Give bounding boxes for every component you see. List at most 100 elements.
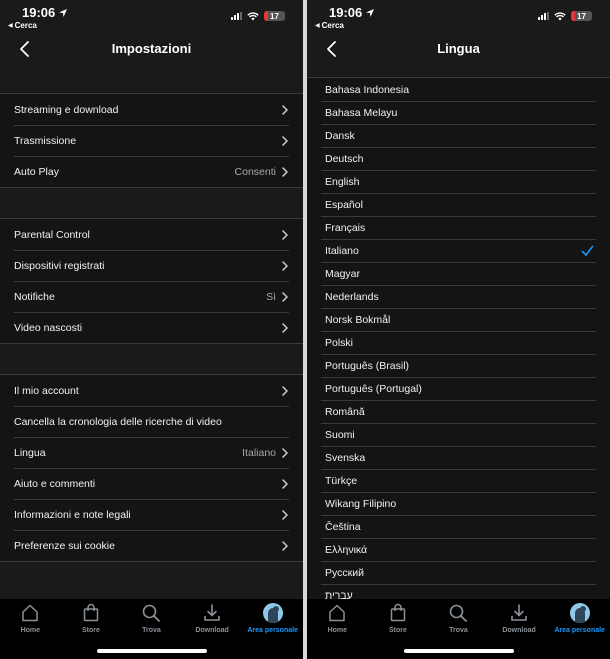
language-option[interactable]: Suomi: [307, 423, 610, 446]
language-label: Suomi: [325, 428, 355, 441]
language-option[interactable]: Norsk Bokmål: [307, 308, 610, 331]
tab-list: Home Store Trova Download Area personale: [307, 599, 610, 639]
avatar-icon: [262, 603, 283, 623]
settings-row-il-mio-account[interactable]: Il mio account: [0, 375, 303, 406]
settings-row-auto-play[interactable]: Auto Play Consenti: [0, 156, 303, 187]
language-option[interactable]: Svenska: [307, 446, 610, 469]
settings-row-label: Informazioni e note legali: [14, 508, 131, 521]
language-option[interactable]: Magyar: [307, 262, 610, 285]
tab-area-personale[interactable]: Area personale: [242, 601, 303, 639]
tab-label: Area personale: [247, 627, 298, 634]
tab-trova[interactable]: Trova: [428, 601, 489, 639]
settings-row-dispositivi-registrati[interactable]: Dispositivi registrati: [0, 250, 303, 281]
language-label: Norsk Bokmål: [325, 313, 391, 326]
tab-bar: Home Store Trova Download Area personale: [0, 599, 303, 659]
page-title: Lingua: [437, 41, 480, 56]
home-icon: [329, 604, 346, 622]
language-option[interactable]: Русский: [307, 561, 610, 584]
settings-group: Il mio account Cancella la cronologia del…: [0, 374, 303, 562]
settings-row-label: Streaming e download: [14, 103, 119, 116]
tab-area-personale[interactable]: Area personale: [549, 601, 610, 639]
language-option[interactable]: Türkçe: [307, 469, 610, 492]
settings-row-video-nascosti[interactable]: Video nascosti: [0, 312, 303, 343]
chevron-right-icon: [282, 229, 288, 240]
home-indicator[interactable]: [96, 649, 207, 653]
status-time: 19:06: [329, 5, 375, 20]
language-option[interactable]: Dansk: [307, 124, 610, 147]
language-label: Polski: [325, 336, 354, 349]
back-triangle-icon: ◀: [8, 23, 13, 29]
tab-label: Home: [20, 627, 41, 634]
language-label: Türkçe: [325, 474, 358, 487]
shopping-bag-icon: [83, 603, 99, 622]
settings-row-value: Sì: [266, 290, 276, 303]
language-option[interactable]: Ελληνικά: [307, 538, 610, 561]
home-icon: [22, 604, 39, 622]
settings-row-trasmissione[interactable]: Trasmissione: [0, 125, 303, 156]
chevron-right-icon: [282, 478, 288, 489]
back-to-app-link[interactable]: ◀ Cerca: [315, 21, 344, 30]
chevron-right-icon: [282, 322, 288, 333]
language-option[interactable]: Português (Brasil): [307, 354, 610, 377]
search-icon: [450, 604, 468, 622]
settings-row-streaming-e-download[interactable]: Streaming e download: [0, 94, 303, 125]
language-option[interactable]: Bahasa Melayu: [307, 101, 610, 124]
tab-home[interactable]: Home: [307, 601, 368, 639]
language-option[interactable]: English: [307, 170, 610, 193]
language-label: Português (Portugal): [325, 382, 422, 395]
download-icon: [204, 604, 220, 621]
tab-label: Download: [502, 627, 536, 634]
settings-row-cancella-la-cronologia-delle-ricerche-di-video[interactable]: Cancella la cronologia delle ricerche di…: [0, 406, 303, 437]
language-label: Bahasa Melayu: [325, 106, 398, 119]
location-arrow-icon: [366, 8, 375, 17]
settings-row-aiuto-e-commenti[interactable]: Aiuto e commenti: [0, 468, 303, 499]
language-label: Ελληνικά: [325, 543, 368, 556]
battery-icon: 17: [264, 11, 285, 21]
tab-download[interactable]: Download: [489, 601, 550, 639]
back-to-app-link[interactable]: ◀ Cerca: [8, 21, 37, 30]
settings-row-preferenze-sui-cookie[interactable]: Preferenze sui cookie: [0, 530, 303, 561]
language-option[interactable]: Español: [307, 193, 610, 216]
wifi-icon: [554, 11, 566, 20]
tab-label: Store: [81, 627, 100, 634]
checkmark-icon: [581, 245, 594, 256]
language-option[interactable]: Nederlands: [307, 285, 610, 308]
language-option[interactable]: Deutsch: [307, 147, 610, 170]
language-label: Čeština: [325, 520, 361, 533]
language-label: English: [325, 175, 360, 188]
language-label: Italiano: [325, 244, 359, 257]
language-option[interactable]: Polski: [307, 331, 610, 354]
language-option[interactable]: Čeština: [307, 515, 610, 538]
language-label: Bahasa Indonesia: [325, 83, 410, 96]
settings-row-informazioni-e-note-legali[interactable]: Informazioni e note legali: [0, 499, 303, 530]
settings-row-lingua[interactable]: Lingua Italiano: [0, 437, 303, 468]
tab-store[interactable]: Store: [61, 601, 122, 639]
shopping-bag-icon: [390, 603, 406, 622]
language-option[interactable]: Français: [307, 216, 610, 239]
cellular-signal-icon: [231, 12, 242, 20]
settings-row-label: Notifiche: [14, 290, 55, 303]
tab-store[interactable]: Store: [368, 601, 429, 639]
tab-label: Trova: [449, 627, 468, 634]
tab-label: Download: [195, 627, 229, 634]
language-label: Français: [325, 221, 366, 234]
language-option[interactable]: Bahasa Indonesia: [307, 78, 610, 101]
home-indicator[interactable]: [403, 649, 514, 653]
tab-list: Home Store Trova Download Area personale: [0, 599, 303, 639]
tab-bar: Home Store Trova Download Area personale: [307, 599, 610, 659]
chevron-right-icon: [282, 104, 288, 115]
settings-row-label: Il mio account: [14, 384, 79, 397]
language-option[interactable]: Wikang Filipino: [307, 492, 610, 515]
settings-row-parental-control[interactable]: Parental Control: [0, 219, 303, 250]
tab-download[interactable]: Download: [182, 601, 243, 639]
language-label: Deutsch: [325, 152, 364, 165]
language-screen: 19:06 ◀ Cerca 17 Lingua Bahasa Indonesia…: [307, 0, 610, 659]
language-option[interactable]: Português (Portugal): [307, 377, 610, 400]
tab-trova[interactable]: Trova: [121, 601, 182, 639]
chevron-right-icon: [282, 447, 288, 458]
language-option[interactable]: Italiano: [307, 239, 610, 262]
settings-row-notifiche[interactable]: Notifiche Sì: [0, 281, 303, 312]
language-option[interactable]: Română: [307, 400, 610, 423]
tab-label: Store: [388, 627, 407, 634]
tab-home[interactable]: Home: [0, 601, 61, 639]
